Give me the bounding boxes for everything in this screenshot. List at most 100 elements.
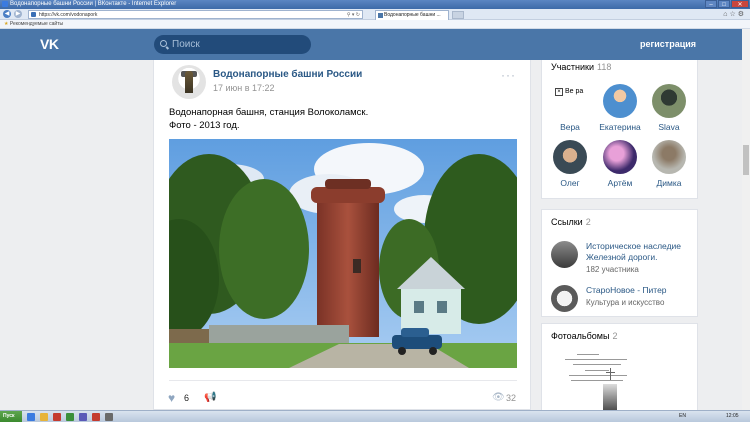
post-date[interactable]: 17 июн в 17:22 (213, 83, 275, 93)
app-taskbar-icon[interactable] (66, 413, 74, 421)
heart-icon[interactable]: ♥ (168, 391, 175, 405)
member-name: Slava (658, 122, 680, 132)
avatar (603, 140, 637, 174)
eye-icon: 👁 (492, 392, 505, 403)
member-name: Вера (560, 122, 580, 132)
links-title[interactable]: Ссылки 2 (551, 217, 591, 227)
members-card: Участники 118 × Ве ра Вера Екатерина Slav… (541, 60, 698, 199)
browser-tab[interactable]: Водонапорные башни ... (375, 10, 449, 20)
address-bar[interactable]: https://vk.com/vodonapork ⚲ ▾ ↻ (28, 10, 363, 19)
link-title[interactable]: Историческое наследие Железной дороги. (586, 241, 693, 263)
links-count: 2 (585, 217, 591, 227)
ie-icon (2, 1, 8, 7)
post-photo[interactable] (169, 139, 517, 368)
forward-icon[interactable]: ▶ (14, 10, 22, 18)
avatar (652, 84, 686, 118)
address-text: https://vk.com/vodonapork (39, 12, 98, 18)
group-avatar[interactable] (172, 65, 206, 99)
avatar (553, 140, 587, 174)
vk-favicon-icon (378, 13, 383, 18)
window-title: Водонапорные башни России | ВКонтакте - … (10, 1, 177, 7)
album-cover[interactable] (551, 348, 690, 412)
member-oleg[interactable]: Олег (547, 140, 593, 188)
water-tower-photo (169, 139, 517, 368)
divider (169, 380, 517, 381)
favorites-star-icon[interactable]: ★ (4, 21, 8, 27)
post-text-line: Фото - 2013 год. (169, 120, 240, 131)
member-name: Артём (607, 178, 633, 188)
member-dimka[interactable]: Димка (646, 140, 692, 188)
language-indicator[interactable]: EN (679, 413, 686, 419)
broken-image-alt: Ве ра (565, 88, 584, 95)
close-button[interactable]: ✕ (731, 0, 749, 8)
link-subtitle: 182 участника (586, 265, 639, 274)
new-tab-button[interactable] (452, 11, 464, 19)
albums-title-text: Фотоальбомы (551, 331, 610, 341)
like-count[interactable]: 6 (184, 393, 189, 403)
link-avatar (551, 241, 578, 268)
favorites-bar: ★ Рекомендуемые сайты (0, 20, 750, 29)
wall-post: Водонапорные башни России 17 июн в 17:22… (153, 60, 531, 410)
search-placeholder: Поиск (172, 39, 200, 50)
members-count: 118 (597, 62, 612, 72)
avatar (603, 84, 637, 118)
settings-gear-icon[interactable]: ⚙ (738, 11, 746, 18)
link-item[interactable]: СтароНовое - Питер Культура и искусство (551, 285, 693, 315)
minimize-button[interactable]: – (705, 0, 717, 8)
views-count: 32 (506, 393, 517, 403)
app-taskbar-icon[interactable] (53, 413, 61, 421)
broken-image-icon: × Ве ра (553, 84, 587, 118)
avatar (652, 140, 686, 174)
link-title[interactable]: СтароНовое - Питер (586, 285, 667, 296)
member-slava[interactable]: Slava (646, 84, 692, 132)
app-taskbar-icon[interactable] (105, 413, 113, 421)
vk-header: VK Поиск регистрация (0, 29, 750, 60)
window-title-bar: Водонапорные башни России | ВКонтакте - … (0, 0, 750, 9)
page-scrollbar[interactable] (742, 29, 750, 410)
albums-title[interactable]: Фотоальбомы 2 (551, 331, 617, 341)
ie-taskbar-icon[interactable] (27, 413, 35, 421)
app-taskbar-icon[interactable] (79, 413, 87, 421)
member-ekaterina[interactable]: Екатерина (597, 84, 643, 132)
app-taskbar-icon[interactable] (92, 413, 100, 421)
more-options-icon[interactable]: ··· (501, 68, 516, 82)
maximize-button[interactable]: □ (718, 0, 730, 8)
back-icon[interactable]: ◀ (3, 10, 11, 18)
address-tools-icon[interactable]: ⚲ ▾ ↻ (347, 11, 360, 19)
explorer-taskbar-icon[interactable] (40, 413, 48, 421)
search-input[interactable]: Поиск (154, 35, 311, 54)
browser-tools: ⌂☆⚙ (723, 10, 746, 18)
window-controls: – □ ✕ (705, 0, 749, 9)
member-name: Димка (656, 178, 682, 188)
site-icon (31, 12, 36, 17)
vk-logo[interactable]: VK (40, 36, 59, 52)
post-author[interactable]: Водонапорные башни России (213, 69, 362, 80)
link-item[interactable]: Историческое наследие Железной дороги. 1… (551, 241, 693, 274)
links-card: Ссылки 2 Историческое наследие Железной д… (541, 209, 698, 317)
address-row: ◀ ▶ https://vk.com/vodonapork ⚲ ▾ ↻ Водо… (0, 9, 750, 20)
member-artyom[interactable]: Артём (597, 140, 643, 188)
search-icon (160, 40, 167, 47)
album-tower-image (603, 384, 617, 412)
link-subtitle: Культура и искусство (586, 298, 665, 307)
clock[interactable]: 12:05 (726, 413, 739, 419)
register-link[interactable]: регистрация (640, 29, 696, 60)
tab-title: Водонапорные башни ... (384, 12, 441, 18)
members-title-text: Участники (551, 62, 594, 72)
albums-card: Фотоальбомы 2 (541, 323, 698, 412)
post-text-line: Водонапорная башня, станция Волоколамск. (169, 107, 369, 118)
member-name: Екатерина (599, 122, 641, 132)
member-vera[interactable]: × Ве ра Вера (547, 84, 593, 132)
favorites-link[interactable]: Рекомендуемые сайты (10, 21, 63, 27)
post-text: Водонапорная башня, станция Волоколамск.… (169, 106, 368, 132)
scrollbar-thumb[interactable] (743, 145, 749, 175)
links-title-text: Ссылки (551, 217, 583, 227)
albums-count: 2 (612, 331, 618, 341)
share-icon[interactable]: 📢 (204, 392, 216, 403)
start-button[interactable]: Пуск (0, 411, 22, 422)
taskbar: Пуск EN 12:05 (0, 410, 750, 422)
favorites-icon[interactable]: ☆ (729, 11, 737, 18)
link-avatar (551, 285, 578, 312)
member-name: Олег (560, 178, 580, 188)
members-title[interactable]: Участники 118 (551, 62, 611, 72)
